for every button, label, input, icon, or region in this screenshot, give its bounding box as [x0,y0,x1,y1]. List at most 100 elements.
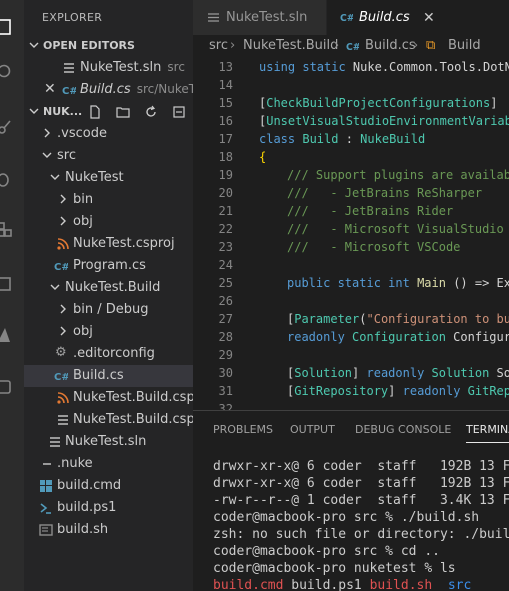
tree-item-vscode[interactable]: .vscode [24,123,193,145]
search-icon[interactable] [0,63,14,81]
tree-item-build-csproj-user[interactable]: NukeTest.Build.csp... [24,409,193,431]
tree-item-csproj[interactable]: NukeTest.csproj [24,233,193,255]
dash-file-icon [43,463,51,465]
chevron-right-icon [60,216,66,226]
breadcrumb-item[interactable]: NukeTest.Build [243,38,338,53]
workspace-label: NUK... [43,105,83,118]
breadcrumb-item[interactable]: Build [448,38,481,53]
tab-label: NukeTest.sln [226,10,308,25]
new-folder-icon[interactable] [116,105,130,119]
chevron-down-icon [29,42,39,48]
open-editor-name: Build.cs [80,82,131,97]
line-number: 13 [218,60,233,74]
lines-file-icon [50,437,60,447]
tree-item-bin[interactable]: bin [24,189,193,211]
collapse-all-icon[interactable] [172,105,186,119]
lines-file-icon [208,13,219,22]
tab-problems[interactable]: PROBLEMS [213,423,273,436]
tree-item-build-cs[interactable]: C# Build.cs [24,365,193,387]
activity-bar [0,0,24,591]
code-line: class Build : NukeBuild [259,132,426,146]
tab-nuketest-sln[interactable]: NukeTest.sln [193,0,326,35]
debug-icon[interactable] [0,170,14,188]
open-editor-name: NukeTest.sln [80,60,162,75]
line-number: 22 [218,222,233,236]
refresh-icon[interactable] [144,105,158,119]
code-editor[interactable]: 13 14 15 16 17 18 19 20 21 22 23 24 25 2… [193,57,509,410]
terminal-line: coder@macbook-pro src % ./build.sh [213,510,480,525]
csharp-icon: C# [62,86,76,97]
tree-item-build-sh[interactable]: build.sh [24,519,193,541]
tree-label: build.ps1 [57,500,117,515]
tree-item-build-ps1[interactable]: build.ps1 [24,497,193,519]
line-number: 14 [218,78,233,92]
tree-label: obj [73,214,93,229]
open-editors-header[interactable]: OPEN EDITORS [24,35,193,57]
open-editor-item[interactable]: ✕ C# Build.cs src/NukeT... [24,79,193,101]
new-file-icon[interactable] [88,105,102,119]
svg-text:C#: C# [346,42,359,53]
line-number: 30 [218,366,233,380]
source-control-icon[interactable] [0,118,14,136]
windows-icon [40,480,52,492]
terminal-line: drwxr-xr-x@ 6 coder staff 192B 13 F [213,459,509,474]
tab-label: Build.cs [359,10,410,25]
tree-item-nuketest[interactable]: NukeTest [24,167,193,189]
tree-item-nuketest-build[interactable]: NukeTest.Build [24,277,193,299]
tree-item-src[interactable]: src [24,145,193,167]
azure-icon[interactable] [0,326,14,344]
close-icon[interactable]: ✕ [44,81,56,97]
terminal-line: coder@macbook-pro src % cd .. [213,544,440,559]
code-line: /// - JetBrains ReSharper [287,186,483,200]
csharp-icon: C# [54,372,68,383]
class-icon: ⧉ [426,38,436,53]
line-number: 25 [218,276,233,290]
workspace-header[interactable]: NUK... [24,101,193,123]
tree-label: NukeTest.Build.csp... [73,390,193,405]
tree-item-program[interactable]: C# Program.cs [24,255,193,277]
line-number: 29 [218,348,233,362]
tab-build-cs[interactable]: C# Build.cs ✕ [327,0,509,35]
rss-icon [57,238,69,250]
tree-item-obj[interactable]: obj [24,321,193,343]
tab-terminal[interactable]: TERMINA [466,423,509,443]
breadcrumb-item[interactable]: Build.cs [365,38,416,53]
tree-item-build-csproj[interactable]: NukeTest.Build.csp... [24,387,193,409]
breadcrumb-item[interactable]: src [209,38,228,53]
editor-area: NukeTest.sln C# Build.cs ✕ src › NukeTes… [193,0,509,591]
line-number: 21 [218,204,233,218]
files-icon[interactable] [0,18,14,36]
line-number: 16 [218,114,233,128]
bottom-panel: PROBLEMS OUTPUT DEBUG CONSOLE TERMINA dr… [193,410,509,591]
tree-item-sln[interactable]: NukeTest.sln [24,431,193,453]
remote-explorer-icon[interactable] [0,275,14,293]
close-icon[interactable]: ✕ [423,10,435,26]
tree-label: obj [73,324,93,339]
open-editor-item[interactable]: NukeTest.sln src [24,57,193,79]
terminal-line: build.cmd build.ps1 build.sh src [213,578,472,591]
code-line: using static Nuke.Common.Tools.DotN [259,60,509,74]
tab-output[interactable]: OUTPUT [290,423,335,436]
terminal-line: -rw-r--r--@ 1 coder staff 3.4K 13 F [213,493,509,508]
code-line: /// - Microsoft VSCode [287,240,461,254]
lines-file-icon [58,415,68,425]
line-number: 19 [218,168,233,182]
tree-item-editorconfig[interactable]: ⚙ .editorconfig [24,343,193,365]
chevron-right-icon [60,304,66,314]
tree-item-build-cmd[interactable]: build.cmd [24,475,193,497]
breadcrumb: src › NukeTest.Build › C# Build.cs › ⧉ B… [193,35,509,57]
chevron-down-icon [42,152,52,158]
chevron-down-icon [29,108,39,114]
tree-item-bin-debug[interactable]: bin / Debug [24,299,193,321]
extensions-icon[interactable] [0,220,14,238]
test-icon[interactable] [0,378,14,396]
line-number: 24 [218,258,233,272]
tree-label: src [57,148,76,163]
tab-debug-console[interactable]: DEBUG CONSOLE [355,423,451,436]
tree-item-obj[interactable]: obj [24,211,193,233]
csharp-icon: C# [346,42,359,53]
tree-label: NukeTest.sln [65,434,147,449]
chevron-right-icon: › [230,38,236,53]
tree-item-nuke[interactable]: .nuke [24,453,193,475]
svg-text:C#: C# [62,86,76,97]
